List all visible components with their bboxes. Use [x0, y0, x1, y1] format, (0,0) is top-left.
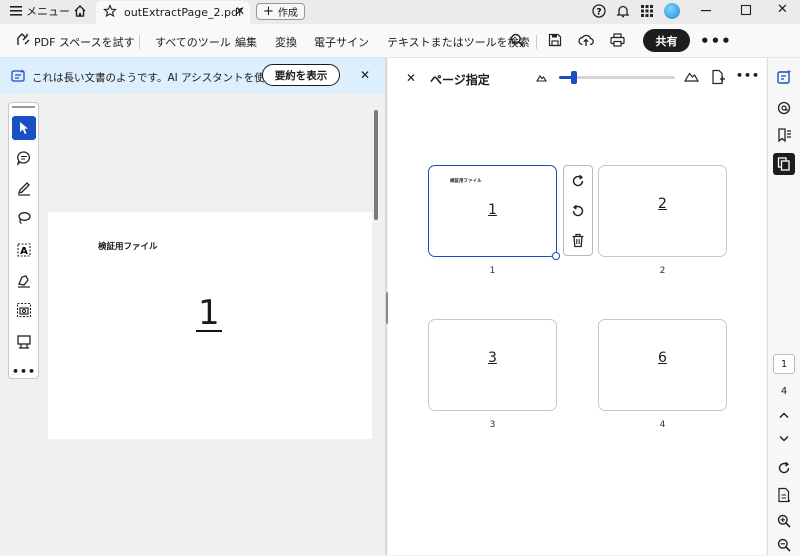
delete-page-icon[interactable] — [571, 233, 585, 248]
zoom-out-icon[interactable] — [773, 534, 795, 556]
try-pdf-spaces-button[interactable]: PDF スペースを試す — [34, 34, 135, 50]
thumbnail-content: 2 — [658, 196, 667, 212]
banner-message: これは長い文書のようです。AI アシスタントを使... — [32, 72, 275, 84]
tab-document[interactable]: outExtractPage_2.pdf ✕ — [96, 1, 250, 24]
rotate-counterclockwise-icon[interactable] — [571, 204, 585, 218]
right-rail: 1 4 — [767, 58, 800, 555]
comments-rail-icon[interactable] — [773, 97, 795, 119]
hamburger-icon — [10, 6, 22, 16]
bookmarks-rail-icon[interactable] — [773, 124, 795, 146]
close-panel-icon[interactable]: ✕ — [406, 71, 416, 85]
ai-assistant-icon — [11, 69, 25, 83]
page-heading: 検証用ファイル — [98, 242, 158, 252]
more-options-icon[interactable]: ••• — [700, 32, 732, 50]
thumbnail-actions — [563, 165, 593, 256]
help-icon[interactable]: ? — [592, 4, 606, 18]
stamp-tool-icon[interactable] — [12, 330, 36, 354]
menu-label: メニュー — [26, 5, 70, 18]
minimize-icon[interactable] — [700, 4, 712, 16]
previous-page-icon[interactable] — [773, 404, 795, 426]
next-page-icon[interactable] — [773, 428, 795, 450]
panel-more-icon[interactable]: ••• — [736, 69, 760, 82]
thumbnail-label: 1 — [489, 266, 496, 276]
rail-grip[interactable] — [12, 106, 35, 108]
menu-button[interactable]: メニュー — [10, 3, 70, 19]
page-thumbnail[interactable]: 2 — [598, 165, 727, 257]
rotate-view-icon[interactable] — [773, 457, 795, 479]
ai-assistant-rail-icon[interactable] — [773, 66, 795, 88]
current-page-input[interactable]: 1 — [773, 354, 795, 374]
all-tools-button[interactable]: すべてのツール — [155, 34, 231, 50]
selection-handle[interactable] — [552, 252, 560, 260]
main-toolbar: PDF スペースを試す すべてのツール 編集 変換 電子サイン テキストまたはツ… — [0, 24, 800, 58]
thumbnail-label: 4 — [659, 420, 666, 430]
close-banner-icon[interactable]: ✕ — [360, 68, 370, 82]
search-tools-field[interactable]: テキストまたはツールを検索 — [387, 34, 530, 50]
page-display-icon[interactable] — [773, 484, 795, 506]
maximize-icon[interactable] — [740, 4, 752, 16]
thumbnail-content: 1 — [488, 202, 497, 218]
vertical-scrollbar[interactable] — [374, 110, 378, 220]
panel-title: ページ指定 — [430, 73, 490, 87]
document-viewer[interactable]: A ••• 検証用ファイル 1 — [0, 94, 385, 555]
total-pages: 4 — [780, 385, 788, 397]
select-tool-icon[interactable] — [12, 116, 36, 140]
fill-sign-tool-icon[interactable] — [12, 268, 36, 292]
upload-icon[interactable] — [578, 32, 594, 48]
comment-tool-icon[interactable] — [12, 146, 36, 170]
print-icon[interactable] — [610, 33, 625, 47]
new-tab-button[interactable]: + 作成 — [256, 3, 305, 20]
snapshot-tool-icon[interactable] — [12, 298, 36, 322]
avatar[interactable] — [664, 3, 680, 19]
star-icon[interactable] — [103, 4, 117, 18]
title-bar: メニュー outExtractPage_2.pdf ✕ + 作成 ? ✕ — [0, 0, 800, 24]
save-icon[interactable] — [548, 33, 562, 47]
spaces-icon — [15, 32, 31, 48]
zoom-slider[interactable] — [559, 71, 675, 84]
thumbnail-label: 3 — [489, 420, 496, 430]
quick-tools-rail: A ••• — [8, 102, 39, 379]
apps-grid-icon[interactable] — [640, 4, 654, 18]
show-summary-button[interactable]: 要約を表示 — [262, 64, 340, 86]
lasso-tool-icon[interactable] — [12, 206, 36, 230]
thumbnail-content: 3 — [488, 350, 497, 366]
bell-icon[interactable] — [616, 4, 630, 18]
thumbnail-label: 2 — [659, 266, 666, 276]
search-icon[interactable] — [510, 33, 524, 47]
toolbar-divider — [139, 35, 140, 49]
plus-icon: + — [263, 4, 274, 19]
toolbar-divider — [536, 35, 537, 49]
home-icon[interactable] — [73, 4, 87, 18]
thumbnail-content: 6 — [658, 350, 667, 366]
close-tab-icon[interactable]: ✕ — [235, 4, 245, 18]
pages-rail-icon[interactable] — [773, 153, 795, 175]
more-tools-icon[interactable]: ••• — [12, 359, 36, 383]
close-window-icon[interactable]: ✕ — [777, 2, 788, 17]
rotate-clockwise-icon[interactable] — [571, 174, 585, 188]
organize-pages-panel: ✕ ページ指定 ••• 検証用ファイル 1 1 2 2 3 3 6 4 — [388, 58, 766, 555]
svg-text:A: A — [20, 246, 28, 257]
pdf-page[interactable]: 検証用ファイル 1 — [48, 212, 372, 439]
convert-button[interactable]: 変換 — [275, 34, 297, 50]
svg-text:?: ? — [596, 8, 601, 18]
new-tab-label: 作成 — [277, 8, 298, 19]
page-thumbnail[interactable]: 検証用ファイル 1 — [428, 165, 560, 260]
zoom-in-icon[interactable] — [773, 510, 795, 532]
e-sign-button[interactable]: 電子サイン — [314, 34, 369, 50]
ai-assistant-banner: これは長い文書のようです。AI アシスタントを使... 要約を表示 ✕ — [0, 58, 385, 94]
text-box-tool-icon[interactable]: A — [12, 238, 36, 262]
tab-title: outExtractPage_2.pdf — [124, 6, 242, 19]
zoom-slider-handle[interactable] — [571, 71, 577, 84]
thumbnail-mini-heading: 検証用ファイル — [450, 179, 482, 184]
page-thumbnail[interactable]: 3 — [428, 319, 557, 411]
draw-tool-icon[interactable] — [12, 176, 36, 200]
zoom-in-mountain-icon[interactable] — [684, 70, 699, 82]
insert-page-icon[interactable] — [711, 69, 725, 85]
edit-button[interactable]: 編集 — [235, 34, 257, 50]
page-thumbnail[interactable]: 6 — [598, 319, 727, 411]
zoom-out-mountain-icon[interactable] — [536, 73, 547, 82]
page-big-number: 1 — [196, 293, 222, 333]
share-button[interactable]: 共有 — [643, 29, 690, 52]
